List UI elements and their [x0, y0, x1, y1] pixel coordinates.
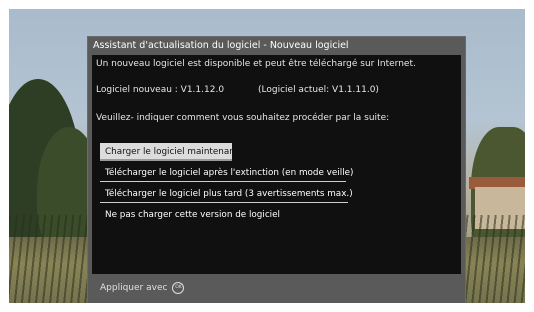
dialog-body: Un nouveau logiciel est disponible et pe… [92, 55, 461, 274]
new-version-label: Logiciel nouveau : V1.1.12.0 [96, 85, 225, 95]
option-download-after-standby[interactable]: Télécharger le logiciel après l'extincti… [100, 164, 353, 182]
dialog-title: Assistant d'actualisation du logiciel - … [93, 40, 349, 51]
update-options-list: Charger le logiciel maintenant Télécharg… [100, 143, 364, 227]
option-download-later[interactable]: Télécharger le logiciel plus tard (3 ave… [100, 185, 353, 203]
ok-button-icon: OK [172, 282, 185, 294]
option-load-now[interactable]: Charger le logiciel maintenant [100, 143, 238, 161]
software-update-dialog: Assistant d'actualisation du logiciel - … [87, 36, 466, 303]
dialog-footer: Appliquer avec OK [100, 280, 185, 296]
current-version-label: (Logiciel actuel: V1.1.11.0) [258, 85, 379, 95]
update-message: Un nouveau logiciel est disponible et pe… [96, 59, 416, 69]
apply-with-label: Appliquer avec [100, 283, 168, 293]
instruction-prompt: Veuillez- indiquer comment vous souhaite… [96, 113, 390, 123]
tv-screen: Assistant d'actualisation du logiciel - … [9, 9, 525, 303]
option-skip-version[interactable]: Ne pas charger cette version de logiciel [100, 206, 280, 224]
